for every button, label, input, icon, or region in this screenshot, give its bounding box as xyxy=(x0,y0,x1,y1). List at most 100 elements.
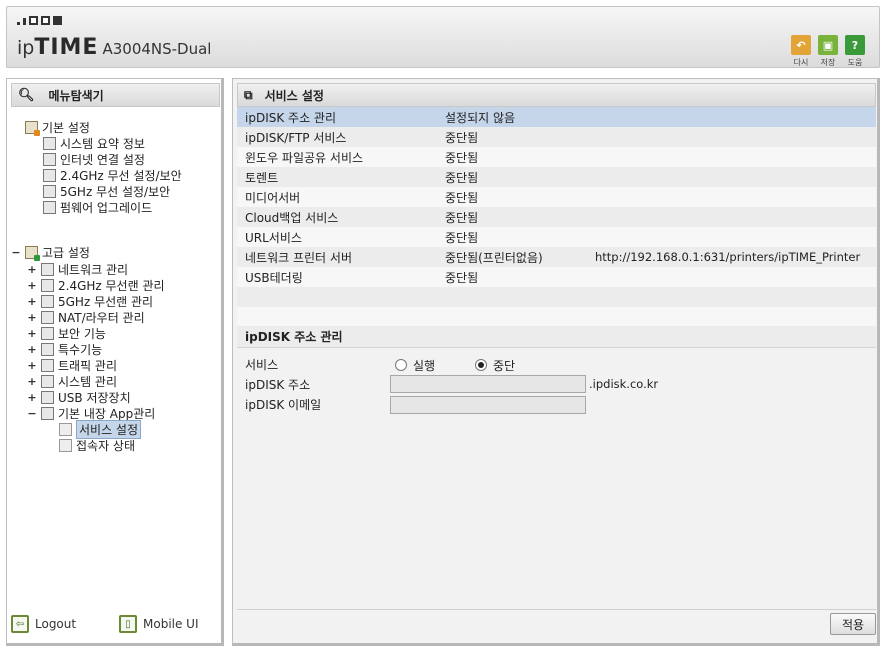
tree-basic-settings[interactable]: 기본 설정 xyxy=(25,119,90,136)
undo-button[interactable]: ↶ 다시 xyxy=(789,35,813,68)
main-panel: ⧉ 서비스 설정 ipDISK 주소 관리 설정되지 않음 ipDISK/FTP… xyxy=(232,78,880,646)
section-title: ipDISK 주소 관리 xyxy=(237,326,876,348)
save-button[interactable]: ▣ 저장 xyxy=(816,35,840,68)
help-button[interactable]: ? 도움 xyxy=(843,35,867,68)
table-row[interactable]: Cloud백업 서비스 중단됨 xyxy=(237,207,876,227)
sidebar-item-connection-status[interactable]: 접속자 상태 xyxy=(59,437,135,453)
sidebar-item-network[interactable]: + 네트워크 관리 xyxy=(27,261,128,277)
help-label: 도움 xyxy=(847,58,863,67)
sidebar-item-wireless-5[interactable]: 5GHz 무선 설정/보안 xyxy=(43,183,170,199)
tree-advanced-settings[interactable]: − 고급 설정 xyxy=(11,244,90,261)
apply-bar: 적용 xyxy=(237,609,876,639)
lock-icon xyxy=(41,326,54,340)
radio-run-circle[interactable] xyxy=(395,359,407,371)
ipdisk-address-label: ipDISK 주소 xyxy=(245,377,311,392)
sidebar-item-special[interactable]: + 특수기능 xyxy=(27,341,102,357)
sidebar-footer: ⇦ Logout ▯ Mobile UI xyxy=(7,615,221,637)
table-row[interactable]: 토렌트 중단됨 xyxy=(237,167,876,187)
window-icon: ⧉ xyxy=(244,87,253,102)
wireless-icon xyxy=(41,278,54,292)
special-icon xyxy=(41,342,54,356)
sidebar-item-system-summary[interactable]: 시스템 요약 정보 xyxy=(43,135,145,151)
table-row[interactable]: 윈도우 파일공유 서비스 중단됨 xyxy=(237,147,876,167)
sidebar-item-traffic[interactable]: + 트래픽 관리 xyxy=(27,357,117,373)
expand-icon[interactable]: + xyxy=(27,375,37,388)
ipdisk-email-input[interactable] xyxy=(390,396,586,414)
wireless-icon xyxy=(43,184,56,198)
ipdisk-domain-suffix: .ipdisk.co.kr xyxy=(589,377,659,391)
undo-icon: ↶ xyxy=(791,35,811,55)
page-icon xyxy=(59,438,72,452)
logout-icon: ⇦ xyxy=(11,615,29,633)
radio-stop-circle[interactable] xyxy=(475,359,487,371)
brand-time: TIME xyxy=(34,35,99,60)
table-row[interactable]: URL서비스 중단됨 xyxy=(237,227,876,247)
sidebar-item-wlan-5[interactable]: + 5GHz 무선랜 관리 xyxy=(27,293,153,309)
chart-icon xyxy=(43,136,56,150)
save-icon: ▣ xyxy=(818,35,838,55)
logout-button[interactable]: ⇦ Logout xyxy=(11,615,76,633)
expand-icon[interactable]: + xyxy=(27,295,37,308)
empty-row xyxy=(237,287,876,307)
sidebar-item-wireless-24[interactable]: 2.4GHz 무선 설정/보안 xyxy=(43,167,182,183)
ipdisk-email-label: ipDISK 이메일 xyxy=(245,397,322,412)
service-table: ipDISK 주소 관리 설정되지 않음 ipDISK/FTP 서비스 중단됨 … xyxy=(237,107,876,327)
table-row[interactable]: ipDISK/FTP 서비스 중단됨 xyxy=(237,127,876,147)
table-row[interactable]: USB테더링 중단됨 xyxy=(237,267,876,287)
folder-icon xyxy=(25,120,40,136)
expand-icon[interactable]: + xyxy=(27,327,37,340)
wireless-icon xyxy=(41,294,54,308)
brand-ip: ip xyxy=(17,37,35,59)
expand-icon[interactable]: + xyxy=(27,263,37,276)
expand-icon[interactable]: + xyxy=(27,391,37,404)
table-row[interactable]: ipDISK 주소 관리 설정되지 않음 xyxy=(237,107,876,127)
router-icon xyxy=(41,310,54,324)
sidebar-item-nat-router[interactable]: + NAT/라우터 관리 xyxy=(27,309,145,325)
radio-run[interactable]: 실행 xyxy=(395,356,435,374)
network-icon xyxy=(41,262,54,276)
page-title-bar: ⧉ 서비스 설정 xyxy=(237,83,876,107)
service-label: 서비스 xyxy=(245,357,279,372)
sidebar-item-system[interactable]: + 시스템 관리 xyxy=(27,373,117,389)
page-title: 서비스 설정 xyxy=(264,88,324,103)
table-row[interactable]: 네트워크 프린터 서버 중단됨(프린터없음) http://192.168.0.… xyxy=(237,247,876,267)
monitor-icon xyxy=(43,152,56,166)
help-icon: ? xyxy=(845,35,865,55)
expand-icon[interactable]: + xyxy=(27,311,37,324)
expand-icon[interactable]: + xyxy=(27,359,37,372)
usb-icon xyxy=(41,390,54,404)
chart-icon xyxy=(41,374,54,388)
folder-icon xyxy=(25,245,40,261)
mobile-ui-button[interactable]: ▯ Mobile UI xyxy=(119,615,199,633)
expand-icon[interactable]: + xyxy=(27,343,37,356)
collapse-icon[interactable]: − xyxy=(11,246,21,259)
magnifier-icon: 🔍︎ xyxy=(18,87,35,103)
upgrade-icon xyxy=(43,200,56,214)
page-icon xyxy=(59,422,72,436)
sidebar-item-security[interactable]: + 보안 기능 xyxy=(27,325,106,341)
header-bar: ipTIME A3004NS-Dual ↶ 다시 ▣ 저장 ? 도움 xyxy=(6,6,880,68)
model-name: A3004NS-Dual xyxy=(102,40,212,58)
traffic-icon xyxy=(41,358,54,372)
logo-mark xyxy=(17,16,62,25)
app-icon xyxy=(41,406,54,420)
brand-logo: ipTIME A3004NS-Dual xyxy=(17,35,211,60)
mobile-icon: ▯ xyxy=(119,615,137,633)
menu-explorer-title: 🔍︎ 메뉴탐색기 xyxy=(11,83,220,107)
table-row[interactable]: 미디어서버 중단됨 xyxy=(237,187,876,207)
sidebar-item-internet-connection[interactable]: 인터넷 연결 설정 xyxy=(43,151,145,167)
sidebar-item-usb-storage[interactable]: + USB 저장장치 xyxy=(27,389,131,405)
apply-button[interactable]: 적용 xyxy=(830,613,876,635)
sidebar-item-firmware-upgrade[interactable]: 펌웨어 업그레이드 xyxy=(43,199,152,215)
menu-explorer: 🔍︎ 메뉴탐색기 기본 설정 시스템 요약 정보 인터넷 연결 설정 2.4GH… xyxy=(6,78,224,646)
wireless-icon xyxy=(43,168,56,182)
sidebar-item-wlan-24[interactable]: + 2.4GHz 무선랜 관리 xyxy=(27,277,165,293)
undo-label: 다시 xyxy=(793,58,809,67)
empty-row xyxy=(237,307,876,327)
radio-stop[interactable]: 중단 xyxy=(475,356,515,374)
expand-icon[interactable]: + xyxy=(27,279,37,292)
collapse-icon[interactable]: − xyxy=(27,407,37,420)
sidebar-item-service-settings[interactable]: 서비스 설정 xyxy=(59,419,142,439)
save-label: 저장 xyxy=(820,58,836,67)
ipdisk-address-input[interactable] xyxy=(390,375,586,393)
